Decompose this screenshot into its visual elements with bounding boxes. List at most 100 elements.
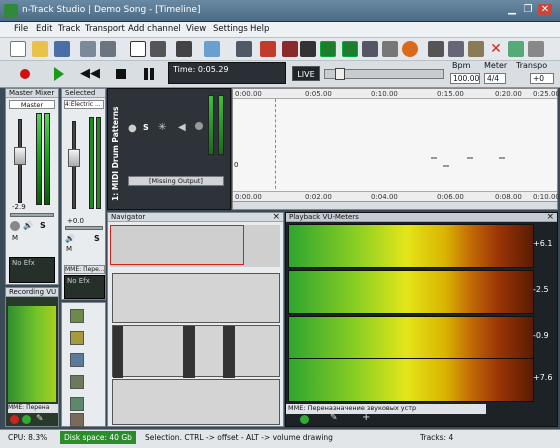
timeline-scrollbar[interactable] xyxy=(233,201,557,209)
track-view-icon[interactable] xyxy=(320,41,336,57)
navigator-track-3[interactable] xyxy=(112,325,280,378)
pause-icon[interactable] xyxy=(150,68,154,80)
stop-icon[interactable] xyxy=(116,69,126,79)
cut-icon[interactable] xyxy=(428,41,444,57)
meter-field[interactable]: 4/4 xyxy=(484,73,506,84)
track-speaker-icon[interactable]: ◀ xyxy=(178,122,186,133)
plugin-icon-2[interactable] xyxy=(70,331,84,345)
piano-icon[interactable] xyxy=(300,41,316,57)
selected-pan-slider[interactable] xyxy=(65,226,103,230)
recording-vu-device[interactable]: MME: Перена xyxy=(8,404,58,413)
track-pan-knob[interactable] xyxy=(195,122,203,130)
cd-icon[interactable] xyxy=(402,41,418,57)
play-icon[interactable] xyxy=(54,67,64,81)
recording-vu-title: Recording VU xyxy=(6,288,58,297)
add-track-icon[interactable] xyxy=(342,41,358,57)
track-output[interactable]: [Missing Output] xyxy=(128,176,224,186)
navigator-track-4[interactable] xyxy=(112,379,280,425)
midi-note[interactable] xyxy=(443,165,449,167)
arm-icon[interactable] xyxy=(10,415,19,424)
menu-view[interactable]: View xyxy=(186,24,206,34)
plugin-icon-4[interactable] xyxy=(70,375,84,389)
navigator-view-rect[interactable] xyxy=(110,225,244,265)
plugin-icon-3[interactable] xyxy=(70,353,84,367)
maximize-icon[interactable]: ❐ xyxy=(521,4,535,16)
pointer-tool-icon[interactable] xyxy=(130,41,146,57)
copy-icon[interactable] xyxy=(448,41,464,57)
playback-vu-close-icon[interactable]: × xyxy=(546,212,554,222)
volume-icon[interactable] xyxy=(100,41,116,57)
master-pan-slider[interactable] xyxy=(10,213,54,217)
timeline-bottom-ruler[interactable]: 0:00.00 0:02.00 0:04.00 0:06.00 0:08.00 … xyxy=(233,191,560,201)
midi-note[interactable] xyxy=(467,157,473,159)
playhead[interactable] xyxy=(275,99,276,199)
menu-file[interactable]: File xyxy=(14,24,28,34)
menu-help[interactable]: Help xyxy=(250,24,269,34)
app-logo-icon xyxy=(4,4,18,18)
mixer-icon[interactable] xyxy=(176,41,192,57)
paste-icon[interactable] xyxy=(468,41,484,57)
selected-fx-slot[interactable]: No Efx xyxy=(64,275,105,299)
undo-icon[interactable] xyxy=(528,41,544,57)
selected-mute[interactable]: M xyxy=(66,245,72,253)
close-icon[interactable]: ✕ xyxy=(538,4,552,16)
settings-wrench-icon[interactable]: ✎ xyxy=(36,414,44,424)
navigator-track-2[interactable] xyxy=(112,273,280,323)
midi-note[interactable] xyxy=(499,157,505,159)
monitor-icon[interactable] xyxy=(22,415,31,424)
master-mute[interactable]: M xyxy=(12,234,18,242)
metronome-icon[interactable] xyxy=(282,41,298,57)
edit-tool-icon[interactable] xyxy=(204,41,220,57)
bpm-field[interactable]: 100.00 xyxy=(450,73,480,84)
selected-fader[interactable] xyxy=(68,149,80,167)
pause-icon-left[interactable] xyxy=(144,68,148,80)
selected-speaker-icon[interactable]: 🔊 xyxy=(65,234,75,243)
menu-transport[interactable]: Transport xyxy=(85,24,125,34)
settings-icon[interactable] xyxy=(236,41,252,57)
plugin-icon-5[interactable] xyxy=(70,397,84,411)
master-fader[interactable] xyxy=(14,147,26,165)
record-icon[interactable] xyxy=(20,69,30,79)
position-slider[interactable] xyxy=(324,68,444,80)
menu-edit[interactable]: Edit xyxy=(36,24,52,34)
transpose-field[interactable]: +0 xyxy=(530,73,554,84)
minimize-icon[interactable]: ▁ xyxy=(505,4,519,16)
playback-monitor-icon[interactable] xyxy=(300,415,309,424)
rewind-icon[interactable]: ◀◀ xyxy=(80,67,100,80)
playback-wrench-icon[interactable]: ✎ xyxy=(330,413,338,423)
timeline-ruler[interactable]: 0:00.00 0:05.00 0:10.00 0:15.00 0:20.00 … xyxy=(233,89,560,99)
menu-track[interactable]: Track xyxy=(58,24,80,34)
timeline-area[interactable]: 0:00.00 0:05.00 0:10.00 0:15.00 0:20.00 … xyxy=(232,88,560,210)
loop-icon[interactable] xyxy=(508,41,524,57)
new-file-icon[interactable] xyxy=(10,41,26,57)
hand-icon[interactable] xyxy=(382,41,398,57)
speaker-icon[interactable]: 🔊 xyxy=(23,221,33,230)
title-bar: n-Track Studio | Demo Song - [Timeline] … xyxy=(0,0,560,22)
selected-device[interactable]: MME: Пере... xyxy=(64,265,105,274)
save-icon[interactable] xyxy=(54,41,70,57)
position-slider-handle[interactable] xyxy=(335,68,345,80)
master-knob-icon[interactable] xyxy=(10,221,20,231)
menu-add-channel[interactable]: Add channel xyxy=(128,24,181,34)
menu-settings[interactable]: Settings xyxy=(213,24,248,34)
master-solo[interactable]: S xyxy=(40,221,46,230)
plugin-icon-1[interactable] xyxy=(70,309,84,323)
zoom-tool-icon[interactable] xyxy=(150,41,166,57)
move-tool-icon[interactable] xyxy=(80,41,96,57)
track-solo[interactable]: S xyxy=(143,123,149,132)
playback-add-icon[interactable]: + xyxy=(362,412,370,423)
selected-solo[interactable]: S xyxy=(94,234,100,243)
midi-note[interactable] xyxy=(431,157,437,159)
navigator-close-icon[interactable]: × xyxy=(272,212,280,222)
spectrum-icon[interactable] xyxy=(362,41,378,57)
track-fx-icon[interactable]: ✳ xyxy=(158,122,166,133)
live-button[interactable]: LIVE xyxy=(292,66,320,81)
track-record-icon[interactable]: ● xyxy=(128,123,137,134)
master-fx-slot[interactable]: No Efx xyxy=(9,257,55,283)
plugin-icon-6[interactable] xyxy=(70,413,84,427)
delete-icon[interactable]: ✕ xyxy=(488,41,504,57)
playback-device[interactable]: MME: Переназначение звуковых устр xyxy=(286,404,486,414)
record-arm-icon[interactable] xyxy=(260,41,276,57)
track-header[interactable]: 1: MIDI Drum Patterns ● S ✳ ◀ [Missing O… xyxy=(107,88,231,210)
open-folder-icon[interactable] xyxy=(32,41,48,57)
